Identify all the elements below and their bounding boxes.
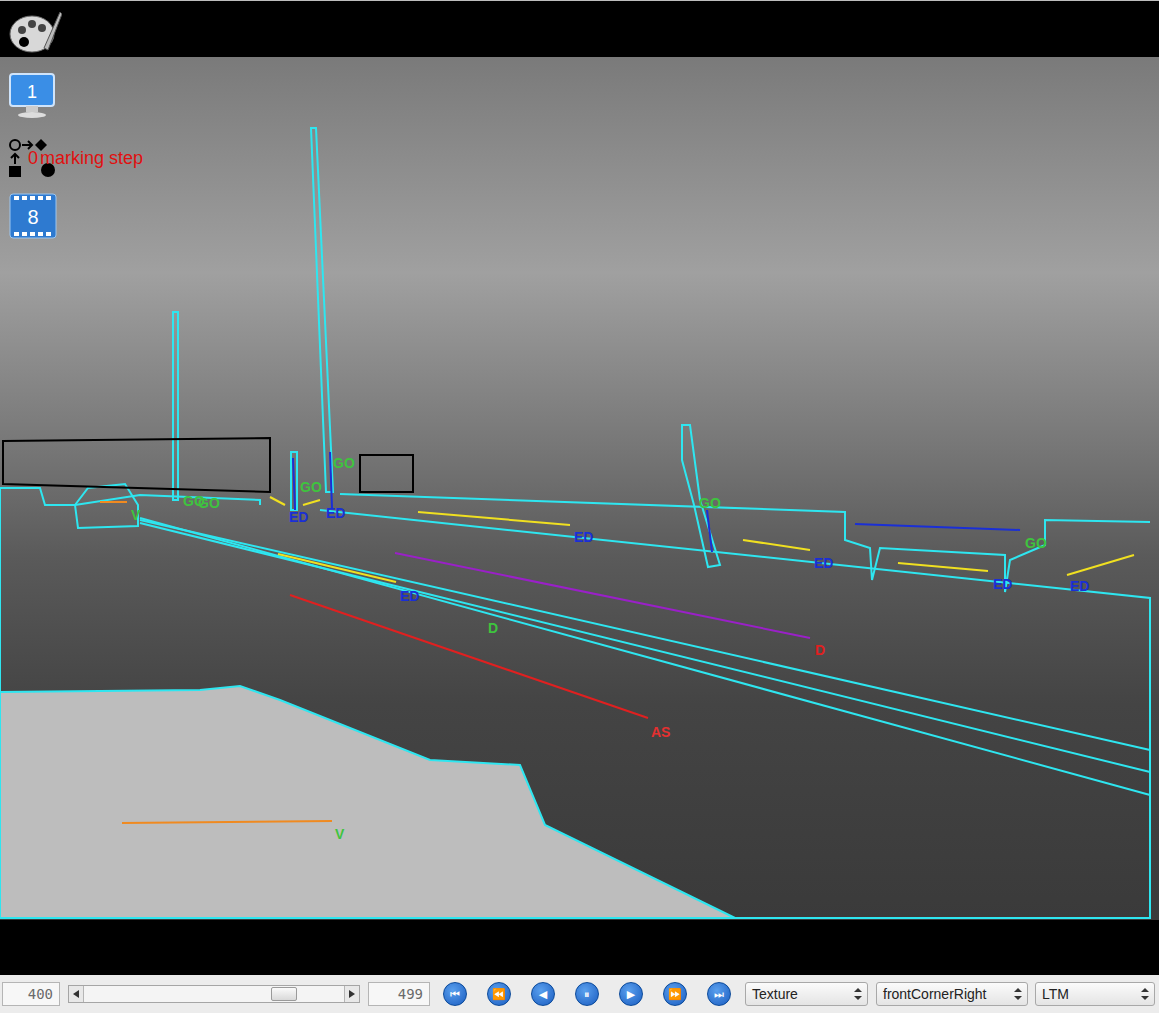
- edge-mark[interactable]: [855, 524, 1020, 530]
- marking-step[interactable]: 0marking step: [8, 138, 143, 178]
- annotation-window: GOGOGOGOEDEDEDGOEDGOEDEDEDDDASVV400499⏮⏪…: [0, 0, 1159, 1013]
- edge-mark[interactable]: [743, 540, 810, 550]
- annotation-label[interactable]: D: [815, 642, 825, 658]
- annotation-label[interactable]: V: [131, 507, 141, 523]
- edge-mark[interactable]: [1067, 555, 1134, 575]
- scroll-left-button[interactable]: [69, 986, 84, 1002]
- edge-mark[interactable]: [270, 497, 285, 505]
- frame-scrubber[interactable]: [68, 985, 360, 1003]
- right-arrow-icon: [349, 990, 355, 998]
- edge-mark[interactable]: [707, 510, 712, 552]
- playback-button[interactable]: ⏪: [487, 982, 511, 1006]
- annotation-label[interactable]: ED: [400, 588, 419, 604]
- dropdown-arrows-icon: [1013, 987, 1023, 1001]
- marking-step-label: marking step: [40, 148, 143, 169]
- annotation-label[interactable]: ED: [289, 509, 308, 525]
- annotation-label[interactable]: V: [335, 826, 345, 842]
- annotation-label[interactable]: GO: [198, 495, 220, 511]
- pole-region[interactable]: [173, 312, 178, 500]
- playback-button[interactable]: ⏭: [707, 982, 731, 1006]
- edge-mark[interactable]: [278, 554, 396, 582]
- vehicle-mark[interactable]: [100, 501, 127, 503]
- distance-mark[interactable]: [395, 553, 810, 638]
- dropdown-arrows-icon: [853, 987, 863, 1001]
- monitor-icon[interactable]: 1: [8, 70, 58, 120]
- playback-button[interactable]: ⏸: [575, 982, 599, 1006]
- distance-mark[interactable]: [290, 595, 648, 718]
- svg-text:1: 1: [27, 82, 37, 102]
- scrubber-track[interactable]: [84, 986, 344, 1002]
- wall-line[interactable]: [340, 494, 1150, 592]
- edge-mark[interactable]: [898, 563, 988, 571]
- view-select[interactable]: frontCornerRight: [876, 982, 1028, 1006]
- playback-button[interactable]: ◀: [531, 982, 555, 1006]
- side-icons: 1 0marking step 8: [8, 8, 143, 240]
- start-frame-field[interactable]: 400: [2, 982, 60, 1006]
- car-region[interactable]: [75, 484, 138, 528]
- tree-region[interactable]: [682, 425, 720, 567]
- edge-mark[interactable]: [418, 512, 570, 525]
- annotation-label[interactable]: ED: [993, 576, 1012, 592]
- annotation-label[interactable]: ED: [326, 505, 345, 521]
- sidewalk-line[interactable]: [320, 510, 1150, 918]
- svg-text:8: 8: [27, 206, 38, 228]
- marking-step-count: 0: [28, 148, 38, 169]
- view-select[interactable]: LTM: [1035, 982, 1155, 1006]
- annotation-label[interactable]: GO: [699, 495, 721, 511]
- annotation-label[interactable]: D: [488, 620, 498, 636]
- film-icon[interactable]: 8: [8, 192, 58, 240]
- annotation-label[interactable]: ED: [814, 555, 833, 571]
- top-bar: [0, 0, 1159, 57]
- dropdown-arrows-icon: [1140, 987, 1150, 1001]
- pole-region[interactable]: [291, 452, 297, 510]
- video-frame[interactable]: GOGOGOGOEDEDEDGOEDGOEDEDEDDDASVV: [0, 57, 1159, 920]
- scroll-right-button[interactable]: [344, 986, 359, 1002]
- edge-mark[interactable]: [293, 458, 295, 510]
- playback-button[interactable]: ▶: [619, 982, 643, 1006]
- playback-button[interactable]: ⏩: [663, 982, 687, 1006]
- road-edge-line[interactable]: [140, 520, 1150, 750]
- annotation-label[interactable]: ED: [1070, 578, 1089, 594]
- annotation-label[interactable]: AS: [651, 724, 670, 740]
- pole-region[interactable]: [311, 128, 333, 492]
- annotation-label[interactable]: GO: [333, 455, 355, 471]
- palette-icon[interactable]: [8, 8, 62, 56]
- end-frame-field[interactable]: 499: [368, 982, 430, 1006]
- playback-button[interactable]: ⏮: [443, 982, 467, 1006]
- edge-mark[interactable]: [330, 452, 332, 508]
- playback-toolbar: 400 499 ⏮ ⏪ ◀ ⏸ ▶ ⏩ ⏭ Texture frontCornerRight LTM: [0, 975, 1159, 1013]
- annotation-overlay[interactable]: GOGOGOGOEDEDEDGOEDGOEDEDEDDDASVV: [0, 57, 1159, 920]
- left-arrow-icon: [73, 990, 79, 998]
- view-select[interactable]: Texture: [745, 982, 868, 1006]
- ignore-region[interactable]: [3, 438, 270, 492]
- scrubber-thumb[interactable]: [271, 987, 297, 1001]
- annotation-label[interactable]: GO: [300, 479, 322, 495]
- playback-buttons: ⏮ ⏪ ◀ ⏸ ▶ ⏩ ⏭: [443, 982, 735, 1006]
- ignore-region[interactable]: [360, 455, 413, 492]
- annotation-label[interactable]: ED: [574, 529, 593, 545]
- frame-line[interactable]: [0, 488, 735, 918]
- road-edge-line[interactable]: [140, 518, 1150, 795]
- edge-mark[interactable]: [303, 500, 320, 505]
- annotation-label[interactable]: GO: [1025, 535, 1047, 551]
- hood-region[interactable]: [0, 686, 735, 918]
- vehicle-mark[interactable]: [122, 821, 332, 823]
- bottom-bar: [0, 920, 1159, 975]
